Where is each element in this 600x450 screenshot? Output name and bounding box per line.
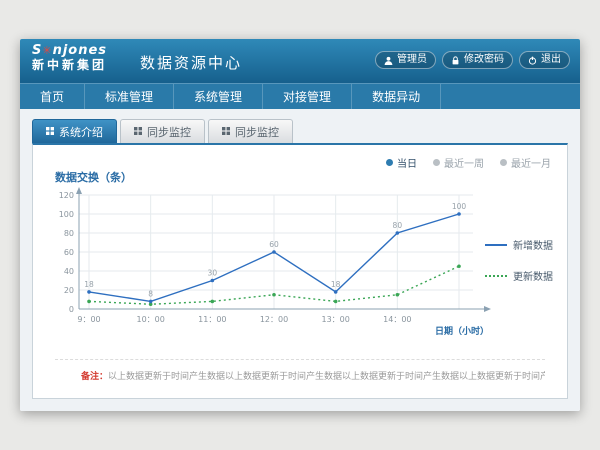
grid-icon	[46, 125, 54, 138]
footnote: 备注：以上数据更新于时间产生数据以上数据更新于时间产生数据以上数据更新于时间产生…	[55, 359, 545, 382]
user-icon	[384, 56, 393, 65]
svg-text:80: 80	[64, 229, 74, 238]
line-chart: 0 20 40 60 80 100 120 9：00 10：00 11：00 12：00 13：00 1…	[43, 185, 493, 335]
svg-text:18: 18	[331, 280, 341, 289]
filter-item[interactable]: 最近一月	[500, 155, 551, 170]
chart-panel: 当日 最近一周 最近一月 数据交换（条） 0 20 40 60 80 100 120 9：00…	[32, 143, 568, 399]
svg-text:100: 100	[59, 210, 74, 219]
nav-item-home[interactable]: 首页	[20, 84, 85, 109]
y-axis-title: 数据交换（条）	[55, 169, 132, 185]
dot-icon	[386, 159, 393, 166]
svg-text:0: 0	[69, 305, 74, 314]
svg-text:11：00: 11：00	[198, 315, 226, 324]
grid-icon	[134, 125, 142, 138]
svg-text:20: 20	[64, 286, 74, 295]
svg-text:9：00: 9：00	[77, 315, 100, 324]
svg-text:40: 40	[64, 267, 74, 276]
logo-wordmark: S✳njones	[32, 44, 107, 58]
svg-text:30: 30	[208, 269, 218, 278]
svg-text:80: 80	[393, 221, 403, 230]
svg-text:18: 18	[84, 280, 94, 289]
svg-text:60: 60	[64, 248, 74, 257]
logout-button[interactable]: 退出	[519, 51, 570, 69]
line-sample-icon	[485, 244, 507, 246]
header-actions: 管理员 修改密码 退出	[375, 51, 570, 69]
time-filter-group: 当日 最近一周 最近一月	[386, 155, 551, 170]
footnote-text: 以上数据更新于时间产生数据以上数据更新于时间产生数据以上数据更新于时间产生数据以…	[108, 372, 545, 382]
page-title: 数据资源中心	[140, 52, 242, 73]
series-legend: 新增数据 更新数据	[485, 237, 553, 283]
content-area: 系统介绍 同步监控 同步监控 当日 最近一周	[20, 109, 580, 411]
app-window: S✳njones 新中新集团 数据资源中心 管理员 修改密码 退出 首页 标准管…	[20, 39, 580, 411]
legend-item-new-data: 新增数据	[485, 237, 553, 252]
tab-sync-monitor-1[interactable]: 同步监控	[120, 119, 205, 143]
nav-item-data-change[interactable]: 数据异动	[352, 84, 441, 109]
nav-item-system-mgmt[interactable]: 系统管理	[174, 84, 263, 109]
grid-icon	[222, 125, 230, 138]
logo: S✳njones 新中新集团	[32, 44, 107, 73]
logo-company-name: 新中新集团	[32, 58, 107, 73]
filter-item[interactable]: 当日	[386, 155, 417, 170]
svg-text:14：00: 14：00	[383, 315, 411, 324]
svg-text:12：00: 12：00	[260, 315, 288, 324]
line-sample-icon	[485, 275, 507, 277]
main-nav: 首页 标准管理 系统管理 对接管理 数据异动	[20, 83, 580, 109]
svg-text:10：00: 10：00	[136, 315, 164, 324]
svg-text:8: 8	[148, 289, 153, 298]
tab-system-intro[interactable]: 系统介绍	[32, 119, 117, 143]
dot-icon	[500, 159, 507, 166]
legend-item-updated-data: 更新数据	[485, 268, 553, 283]
logo-star-icon: ✳	[42, 44, 52, 57]
tab-bar: 系统介绍 同步监控 同步监控	[32, 119, 568, 143]
svg-text:日期（小时）: 日期（小时）	[435, 325, 489, 335]
tab-sync-monitor-2[interactable]: 同步监控	[208, 119, 293, 143]
svg-text:100: 100	[452, 202, 467, 211]
svg-text:13：00: 13：00	[321, 315, 349, 324]
svg-text:60: 60	[269, 240, 279, 249]
nav-item-integration-mgmt[interactable]: 对接管理	[263, 84, 352, 109]
power-icon	[528, 56, 537, 65]
svg-text:120: 120	[59, 191, 74, 200]
nav-item-standard-mgmt[interactable]: 标准管理	[85, 84, 174, 109]
admin-user-button[interactable]: 管理员	[375, 51, 436, 69]
filter-item[interactable]: 最近一周	[433, 155, 484, 170]
header: S✳njones 新中新集团 数据资源中心 管理员 修改密码 退出	[20, 39, 580, 83]
change-password-button[interactable]: 修改密码	[442, 51, 513, 69]
dot-icon	[433, 159, 440, 166]
lock-icon	[451, 56, 460, 65]
footnote-label: 备注：	[81, 372, 108, 382]
